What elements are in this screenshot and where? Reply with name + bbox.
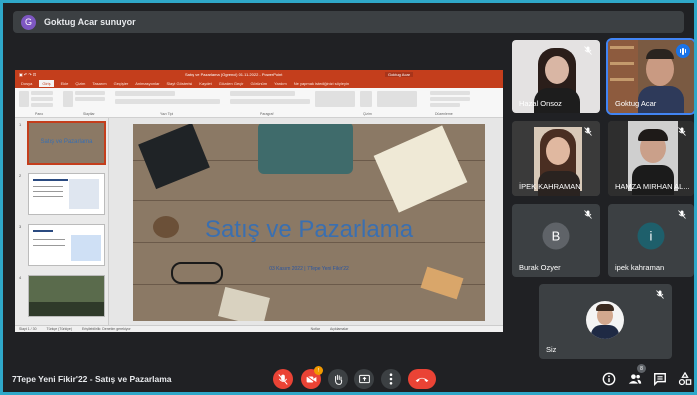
comments-toggle: Açıklamalar (329, 327, 349, 331)
ribbon-tab: Görünüm (250, 81, 268, 86)
shared-screen[interactable]: ▣ ↶ ↷ ⊡ Satış ve Pazarlama (Ogrenci) 01.… (15, 70, 503, 332)
mic-off-icon (678, 210, 686, 219)
typewriter-image (258, 124, 353, 174)
slide-subtitle: 03 Kasım 2022 | 7Tepe Yeni Fikir'22 (269, 266, 349, 272)
slide-thumbnail-pane: 1 Satış ve Pazarlama 2 3 4 (15, 118, 109, 325)
participant-avatar: i (637, 222, 665, 250)
slide-number: 3 (19, 224, 22, 229)
participant-tile[interactable]: HAMZA MIRHAN AL... (608, 121, 694, 196)
ribbon-tab: Geçişler (113, 81, 129, 86)
people-icon[interactable] (628, 372, 642, 386)
mic-off-icon (584, 127, 592, 136)
ribbon-tabs: Dosya Giriş Ekle Çizim Tasarım Geçişler … (15, 79, 503, 88)
participant-tile[interactable]: Hazal Onsoz (512, 40, 600, 113)
mic-off-icon (656, 290, 664, 299)
participant-name: HAMZA MIRHAN AL... (615, 182, 690, 191)
ribbon: Pano Slaytlar Yazı Tipi Paragraf Çizim D… (15, 88, 503, 118)
ribbon-tab: Tasarım (92, 81, 107, 86)
language: Türkçe (Türkiye) (46, 327, 72, 331)
presenter-avatar: G (21, 14, 36, 30)
ribbon-group-label: Pano (35, 112, 44, 116)
slide-number: 2 (19, 173, 22, 178)
self-view-tile[interactable]: Siz (539, 284, 672, 359)
present-now-button[interactable] (354, 369, 374, 389)
participant-tile-active-speaker[interactable]: Goktug Acar (606, 38, 694, 115)
ribbon-tab: Çizim (75, 81, 86, 86)
ribbon-tab: Kaydet (199, 81, 212, 86)
ribbon-group-label: Paragraf (260, 112, 274, 116)
ribbon-group-label: Yazı Tipi (160, 112, 174, 116)
participant-avatar: B (542, 222, 570, 250)
ribbon-group-label: Düzenleme (435, 112, 453, 116)
activities-icon[interactable] (678, 372, 692, 386)
hang-up-icon (415, 377, 429, 382)
powerpoint-status-bar: Slayt 1 / 30 Türkçe (Türkiye) Erişilebil… (15, 325, 503, 332)
mic-off-icon (678, 127, 686, 136)
camera-warning-badge: ! (314, 366, 323, 375)
ribbon-tab: Yardım (274, 81, 287, 86)
slide-number: 4 (19, 275, 22, 280)
mic-toggle-button[interactable] (273, 369, 293, 389)
slide-thumbnail[interactable] (28, 275, 105, 317)
camera-off-icon (305, 374, 317, 384)
ribbon-tab: Slayt Gösterisi (166, 81, 193, 86)
current-slide[interactable]: Satış ve Pazarlama 03 Kasım 2022 | 7Tepe… (133, 124, 485, 321)
camera-toggle-button[interactable]: ! (301, 366, 323, 389)
thumbnail-title: Satış ve Pazarlama (40, 139, 93, 145)
participant-name: ipek kahraman (615, 263, 665, 272)
more-options-icon (389, 373, 393, 385)
participant-name: İPEK KAHRAMAN (519, 182, 581, 191)
ribbon-tab: Animasyonlar (135, 81, 160, 86)
participant-tile[interactable]: B Burak Ozyer (512, 204, 600, 277)
account-name: Goktug Acar (385, 72, 414, 77)
notebook-image (138, 124, 210, 190)
leave-call-button[interactable] (408, 369, 436, 389)
self-avatar (586, 301, 624, 339)
ribbon-tab: Ekle (60, 81, 69, 86)
chat-icon[interactable] (653, 372, 667, 386)
raise-hand-button[interactable] (328, 369, 348, 389)
presenter-label: Goktug Acar sunuyor (44, 17, 136, 27)
participant-tile[interactable]: İPEK KAHRAMAN (512, 121, 600, 196)
ribbon-tab: Gözden Geçir (218, 81, 244, 86)
participant-name: Burak Ozyer (519, 263, 561, 272)
slide-thumbnail[interactable] (28, 224, 105, 266)
accessibility-status: Erişilebilirlik: Denetim gerekiyor (82, 327, 131, 331)
mic-off-icon (584, 210, 592, 219)
slide-counter: Slayt 1 / 30 (19, 327, 37, 331)
meet-window: G Goktug Acar sunuyor ▣ ↶ ↷ ⊡ Satış ve P… (3, 3, 694, 392)
ribbon-group-label: Çizim (363, 112, 372, 116)
quick-access-toolbar: ▣ ↶ ↷ ⊡ (19, 72, 37, 77)
ribbon-search: Ne yapmak istediğinizi söyleyin (293, 81, 350, 86)
presenter-banner: G Goktug Acar sunuyor (13, 11, 684, 33)
raise-hand-icon (335, 374, 343, 385)
slide-number: 1 (19, 122, 22, 127)
powerpoint-workspace: 1 Satış ve Pazarlama 2 3 4 Satış ve Paza… (15, 118, 503, 325)
meeting-title: 7Tepe Yeni Fikir'22 - Satış ve Pazarlama (12, 374, 172, 384)
card-image (218, 286, 270, 321)
notes-toggle: Notlar (310, 327, 320, 331)
mic-off-icon (584, 46, 592, 55)
powerpoint-title-bar: ▣ ↶ ↷ ⊡ Satış ve Pazarlama (Ogrenci) 01.… (15, 70, 503, 79)
participant-name: Goktug Acar (615, 99, 657, 108)
ribbon-tab-active: Giriş (39, 80, 54, 87)
speaking-indicator-icon (676, 44, 690, 58)
document-title: Satış ve Pazarlama (Ogrenci) 01.11.2022 … (185, 72, 283, 77)
mic-off-icon (278, 373, 288, 385)
slide-thumbnail[interactable] (28, 173, 105, 215)
participant-tile[interactable]: i ipek kahraman (608, 204, 694, 277)
participant-name: Siz (546, 345, 557, 354)
participant-name: Hazal Onsoz (519, 99, 562, 108)
present-screen-icon (358, 374, 370, 384)
info-icon[interactable] (602, 372, 616, 386)
slide-thumbnail[interactable]: Satış ve Pazarlama (27, 121, 106, 165)
slide-title: Satış ve Pazarlama (204, 216, 414, 243)
ribbon-tab: Dosya (21, 81, 33, 86)
ribbon-group-label: Slaytlar (83, 112, 95, 116)
more-options-button[interactable] (381, 369, 401, 389)
